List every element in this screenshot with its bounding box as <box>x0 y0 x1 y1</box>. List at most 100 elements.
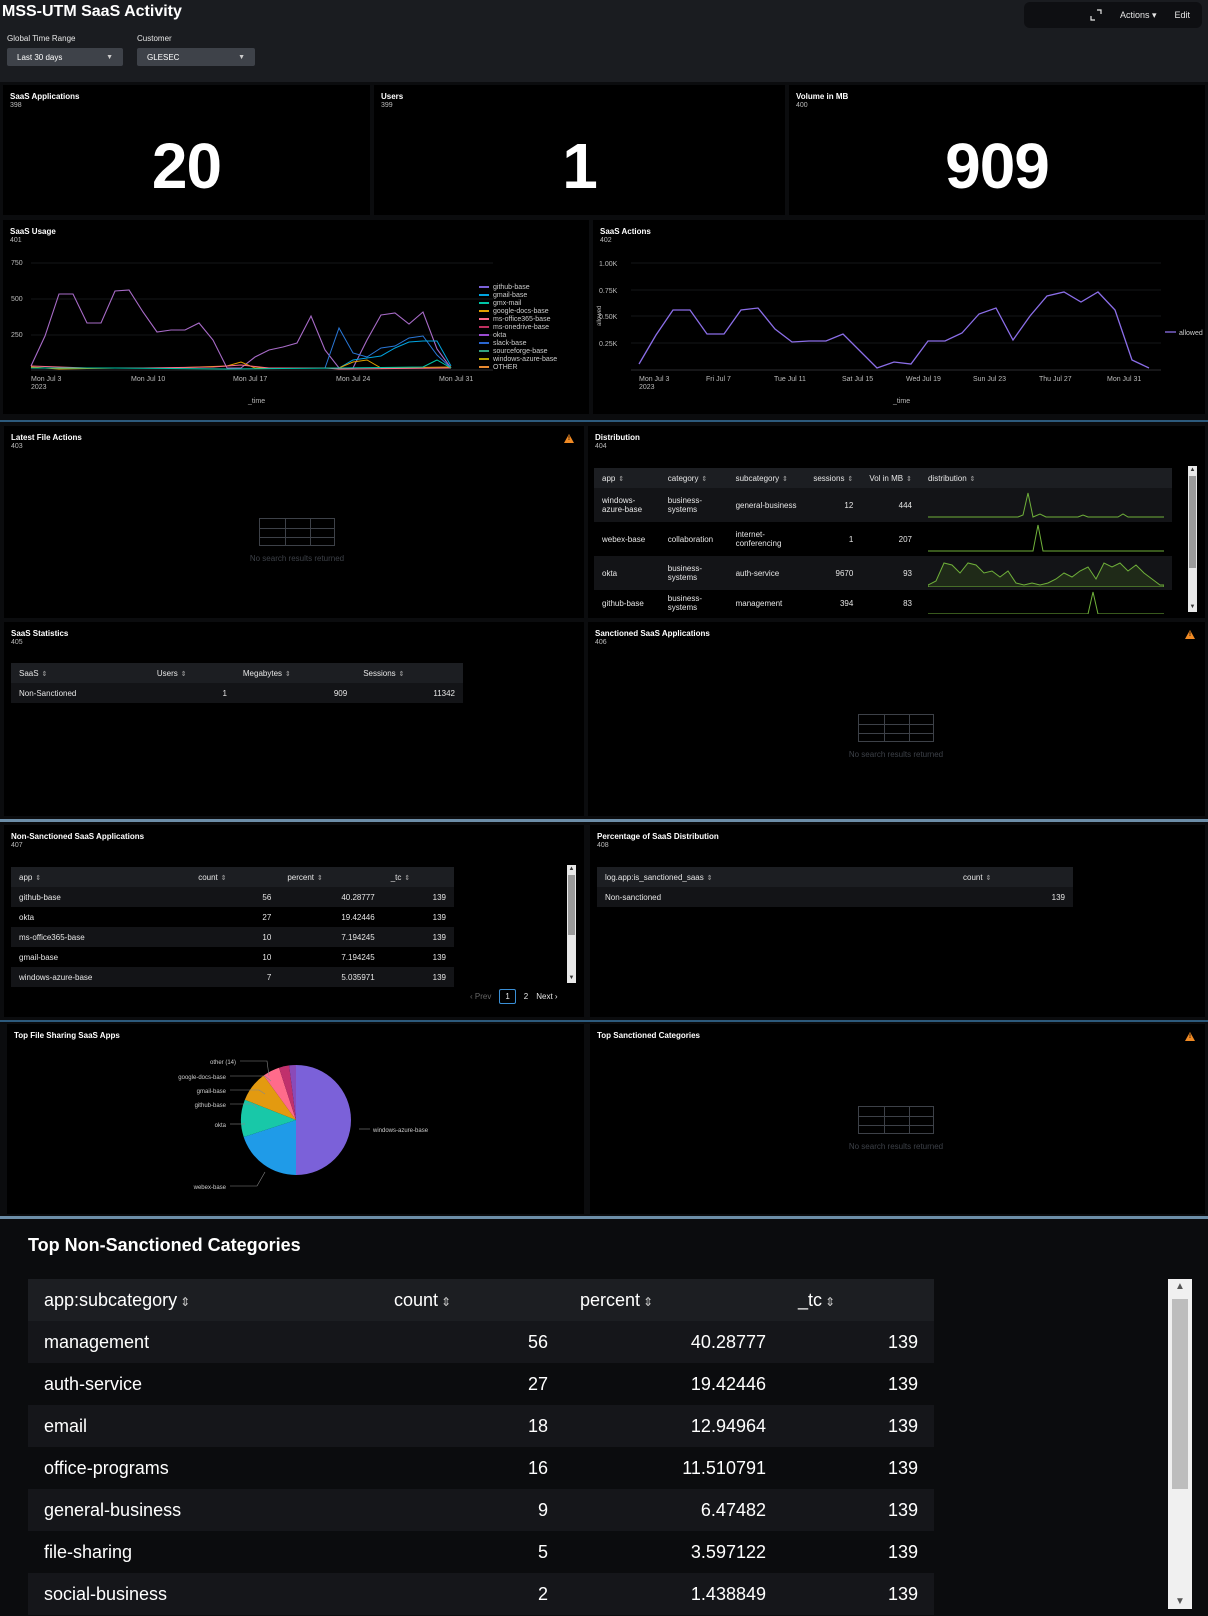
vertical-scrollbar[interactable]: ▲ ▼ <box>1188 466 1197 612</box>
single-value: 20 <box>151 130 222 202</box>
table-row[interactable]: okta 27 19.42446 139 <box>11 907 454 927</box>
column-header[interactable]: app ⇕ <box>11 867 191 887</box>
next-page-button[interactable]: Next › <box>536 992 557 1001</box>
column-header[interactable]: app:subcategory ⇕ <box>28 1279 378 1321</box>
legend-label: OTHER <box>493 363 518 371</box>
column-header[interactable]: Sessions ⇕ <box>355 663 463 683</box>
column-header[interactable]: percent ⇕ <box>279 867 383 887</box>
table-row[interactable]: webex-base collaboration internet-confer… <box>594 522 1172 556</box>
cell-count: 27 <box>262 912 272 922</box>
column-header[interactable]: subcategory ⇕ <box>727 468 806 488</box>
legend-item[interactable]: github-base <box>479 283 557 291</box>
table-row[interactable]: Non-sanctioned 139 <box>597 887 1073 907</box>
legend-item[interactable]: slack-base <box>479 339 557 347</box>
column-header[interactable]: app ⇕ <box>594 468 660 488</box>
time-range-filter: Global Time Range Last 30 days ▼ <box>7 34 123 66</box>
table-row[interactable]: email 18 12.94964 139 <box>28 1405 934 1447</box>
panel-saas-actions: SaaS Actions 402 1.00K 0.75K 0.50K 0.25K… <box>593 220 1205 414</box>
legend-swatch <box>479 302 489 304</box>
table-row[interactable]: file-sharing 5 3.597122 139 <box>28 1531 934 1573</box>
table-row[interactable]: ms-office365-base 10 7.194245 139 <box>11 927 454 947</box>
table-row[interactable]: okta business-systems auth-service 9670 … <box>594 556 1172 590</box>
table-row[interactable]: github-base 56 40.28777 139 <box>11 887 454 907</box>
column-header[interactable]: count ⇕ <box>378 1279 564 1321</box>
pie-slice-windows-azure-base[interactable] <box>296 1065 351 1175</box>
column-header[interactable]: sessions ⇕ <box>805 468 862 488</box>
column-header[interactable]: count ⇕ <box>955 867 1073 887</box>
scroll-thumb[interactable] <box>568 875 575 935</box>
table-row[interactable]: gmail-base 10 7.194245 139 <box>11 947 454 967</box>
x-axis-label: _time <box>892 398 910 405</box>
column-header[interactable]: distribution ⇕ <box>919 468 1172 488</box>
table-row[interactable]: social-business 2 1.438849 139 <box>28 1573 934 1615</box>
vertical-scrollbar[interactable]: ▲ ▼ <box>567 865 576 983</box>
panel-saas-statistics: SaaS Statistics 405 SaaS ⇕ Users ⇕ Megabyt… <box>4 622 584 816</box>
column-header[interactable]: count ⇕ <box>190 867 280 887</box>
legend-item[interactable]: ms-office365-base <box>479 315 557 323</box>
scroll-up-icon[interactable]: ▲ <box>1168 1281 1192 1292</box>
warning-icon[interactable]: ! <box>1185 1032 1195 1041</box>
column-header[interactable]: log.app:is_sanctioned_saas ⇕ <box>597 867 955 887</box>
table-row[interactable]: windows-azure-base 7 5.035971 139 <box>11 967 454 987</box>
legend-item[interactable]: google-docs-base <box>479 307 557 315</box>
customer-select[interactable]: GLESEC ▼ <box>137 48 255 66</box>
table-row[interactable]: office-programs 16 11.510791 139 <box>28 1447 934 1489</box>
cell-tc: 139 <box>382 887 454 907</box>
table-row[interactable]: management 56 40.28777 139 <box>28 1321 934 1363</box>
time-range-select[interactable]: Last 30 days ▼ <box>7 48 123 66</box>
sparkline <box>919 556 1172 590</box>
cell-tc: 139 <box>887 1373 918 1394</box>
edit-button[interactable]: Edit <box>1174 10 1190 20</box>
column-header[interactable]: Megabytes ⇕ <box>234 663 356 683</box>
cell-category: collaboration <box>667 534 714 544</box>
legend-item[interactable]: gmx-mail <box>479 299 557 307</box>
scroll-thumb[interactable] <box>1189 476 1196 568</box>
column-header[interactable]: percent ⇕ <box>564 1279 782 1321</box>
scroll-down-icon[interactable]: ▼ <box>1168 1596 1192 1607</box>
scroll-thumb[interactable] <box>1172 1299 1188 1489</box>
page-2-button[interactable]: 2 <box>524 992 528 1001</box>
legend-item[interactable]: windows-azure-base <box>479 355 557 363</box>
column-header[interactable]: _tc ⇕ <box>382 867 454 887</box>
x-tick-label: Sun Jul 23 <box>973 376 1006 383</box>
column-header[interactable]: SaaS ⇕ <box>11 663 149 683</box>
table-row[interactable]: windows-azure-base business-systems gene… <box>594 488 1172 522</box>
column-header[interactable]: Vol in MB ⇕ <box>861 468 920 488</box>
panel-latest-file-actions: Latest File Actions 403 ! No search resu… <box>4 426 584 618</box>
scroll-up-icon[interactable]: ▲ <box>567 865 576 874</box>
actions-menu-button[interactable]: Actions ▾ <box>1120 10 1157 21</box>
table-header-row: log.app:is_sanctioned_saas ⇕ count ⇕ <box>597 867 1073 887</box>
prev-page-button[interactable]: ‹ Prev <box>470 992 491 1001</box>
legend-item[interactable]: gmail-base <box>479 291 557 299</box>
cell-count: 18 <box>378 1405 564 1447</box>
cell-subcategory: file-sharing <box>44 1541 133 1562</box>
table-row[interactable]: github-base business-systems management … <box>594 590 1172 616</box>
x-tick-label: Sat Jul 15 <box>842 376 873 383</box>
vertical-scrollbar[interactable]: ▲ ▼ <box>1168 1279 1192 1609</box>
scroll-up-icon[interactable]: ▲ <box>1188 466 1197 475</box>
column-header[interactable]: category ⇕ <box>659 468 728 488</box>
warning-icon[interactable]: ! <box>1185 630 1195 639</box>
cell-users: 1 <box>148 683 235 703</box>
warning-icon[interactable]: ! <box>564 434 574 443</box>
scroll-down-icon[interactable]: ▼ <box>1188 603 1197 612</box>
sparkline <box>920 522 1172 556</box>
legend-item[interactable]: sourceforge-base <box>479 347 557 355</box>
legend-item[interactable]: okta <box>479 331 557 339</box>
fullscreen-icon[interactable] <box>1090 9 1102 21</box>
column-header[interactable]: Users ⇕ <box>148 663 235 683</box>
cell-vol: 83 <box>903 598 912 608</box>
legend-item[interactable]: OTHER <box>479 363 557 371</box>
cell-subcategory: email <box>28 1405 378 1447</box>
table-row[interactable]: general-business 9 6.47482 139 <box>28 1489 934 1531</box>
cell-app: okta <box>594 556 660 590</box>
sparkline <box>920 590 1172 616</box>
table-row[interactable]: auth-service 27 19.42446 139 <box>28 1363 934 1405</box>
column-header[interactable]: _tc ⇕ <box>782 1279 934 1321</box>
legend-item[interactable]: ms-onedrive-base <box>479 323 557 331</box>
cell-app: windows-azure-base <box>594 488 660 522</box>
table-row[interactable]: Non-Sanctioned 1 909 11342 <box>11 683 463 703</box>
pie-label: google-docs-base <box>178 1075 226 1081</box>
scroll-down-icon[interactable]: ▼ <box>567 974 576 983</box>
page-1-button[interactable]: 1 <box>499 989 516 1004</box>
